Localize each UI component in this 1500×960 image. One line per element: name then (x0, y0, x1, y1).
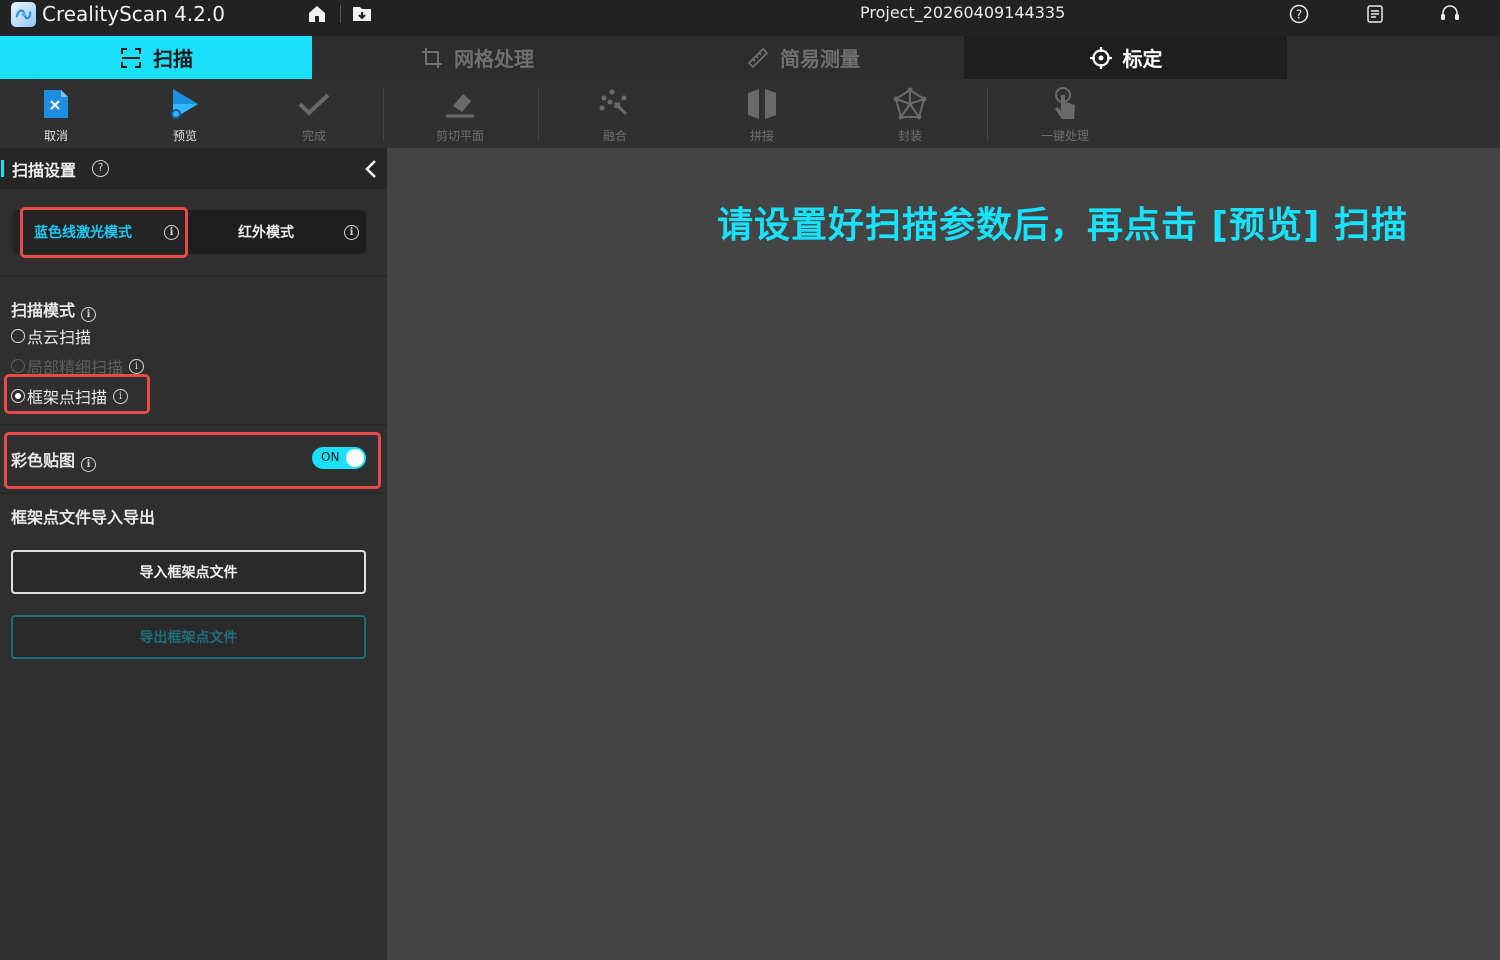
tap-hand-icon (1045, 85, 1085, 123)
fuse-points-icon (595, 85, 635, 123)
info-icon[interactable]: i (344, 225, 359, 240)
scan-frame-icon (121, 47, 141, 68)
info-icon[interactable]: i (129, 358, 145, 374)
viewport-hint: 请设置好扫描参数后，再点击 [预览] 扫描 (717, 205, 1408, 246)
cut-plane-button[interactable]: 剪切平面 (420, 85, 500, 145)
title-bar: CrealityScan 4.2.0 Project_2026040914433… (0, 0, 1500, 36)
project-name: Project_20260409144335 (860, 3, 1066, 22)
svg-text:?: ? (1296, 8, 1302, 22)
frame-points-title: 框架点文件导入导出 (11, 508, 156, 527)
highlight-box (4, 374, 150, 414)
panel-accent-bar (1, 160, 4, 177)
scan-settings-panel: 扫描设置 ? 蓝色线激光模式 i 红外模式 i 扫描模式 i 点云扫描 局部精细扫… (0, 148, 387, 960)
toolbar-separator (383, 87, 384, 141)
play-icon (165, 85, 205, 123)
collapse-chevron-icon[interactable] (362, 158, 380, 180)
one-click-button[interactable]: 一键处理 (1025, 85, 1105, 145)
divider (0, 275, 387, 277)
tab-mesh[interactable]: 网格处理 (312, 36, 642, 79)
radio-button[interactable] (11, 329, 25, 343)
cancel-file-icon (36, 85, 76, 123)
toolbar-separator (987, 87, 988, 141)
home-icon[interactable] (306, 3, 328, 25)
toolbar-separator (538, 87, 539, 141)
import-frame-points-button[interactable]: 导入框架点文件 (11, 550, 366, 594)
scan-viewport[interactable]: 请设置好扫描参数后，再点击 [预览] 扫描 (387, 148, 1500, 960)
app-window: CrealityScan 4.2.0 Project_2026040914433… (0, 0, 1500, 960)
eraser-icon (440, 85, 480, 123)
tab-scan[interactable]: 扫描 (0, 36, 312, 79)
tab-label: 网格处理 (454, 47, 534, 71)
highlight-box (20, 207, 188, 258)
tab-label: 标定 (1122, 47, 1163, 71)
toolbar: 取消 预览 完成 剪切平面 融合 拼接 封装 一键处理 (0, 79, 1500, 148)
tab-calibrate[interactable]: 标定 (964, 36, 1287, 79)
panel-title: 扫描设置 (12, 161, 77, 180)
app-title: CrealityScan 4.2.0 (42, 2, 225, 26)
divider (0, 424, 387, 426)
info-icon[interactable]: i (81, 307, 97, 322)
fuse-button[interactable]: 融合 (575, 85, 655, 145)
open-folder-icon[interactable] (351, 3, 373, 25)
ruler-icon (747, 47, 769, 68)
divider (0, 492, 387, 494)
crop-icon (422, 47, 442, 68)
highlight-box (4, 432, 381, 489)
help-icon[interactable]: ? (1288, 3, 1310, 25)
encapsulate-button[interactable]: 封装 (870, 85, 950, 145)
main-tabs: 扫描 网格处理 简易测量 标定 (0, 36, 1500, 79)
checkmark-icon (294, 85, 334, 123)
radio-point-cloud-scan[interactable]: 点云扫描 (11, 324, 91, 348)
tab-measure[interactable]: 简易测量 (642, 36, 964, 79)
panel-header: 扫描设置 ? (0, 148, 387, 189)
infrared-mode-label: 红外模式 (238, 225, 294, 241)
app-logo-icon (11, 2, 36, 27)
tab-label: 简易测量 (780, 47, 860, 71)
export-frame-points-button[interactable]: 导出框架点文件 (11, 615, 366, 659)
preview-button[interactable]: 预览 (145, 85, 225, 145)
log-icon[interactable] (1364, 3, 1386, 25)
support-headset-icon[interactable] (1439, 3, 1461, 25)
stitch-icon (742, 85, 782, 123)
panel-help-icon[interactable]: ? (92, 160, 109, 177)
crosshair-icon (1089, 46, 1112, 69)
title-separator (340, 5, 341, 23)
radio-button[interactable] (11, 359, 25, 373)
cancel-button[interactable]: 取消 (16, 85, 96, 145)
infrared-mode-button[interactable]: 红外模式 i (184, 210, 366, 254)
tab-label: 扫描 (153, 47, 193, 71)
stitch-button[interactable]: 拼接 (722, 85, 802, 145)
done-button[interactable]: 完成 (274, 85, 354, 145)
scan-mode-title: 扫描模式 i (11, 297, 97, 322)
mesh-network-icon (890, 85, 930, 123)
